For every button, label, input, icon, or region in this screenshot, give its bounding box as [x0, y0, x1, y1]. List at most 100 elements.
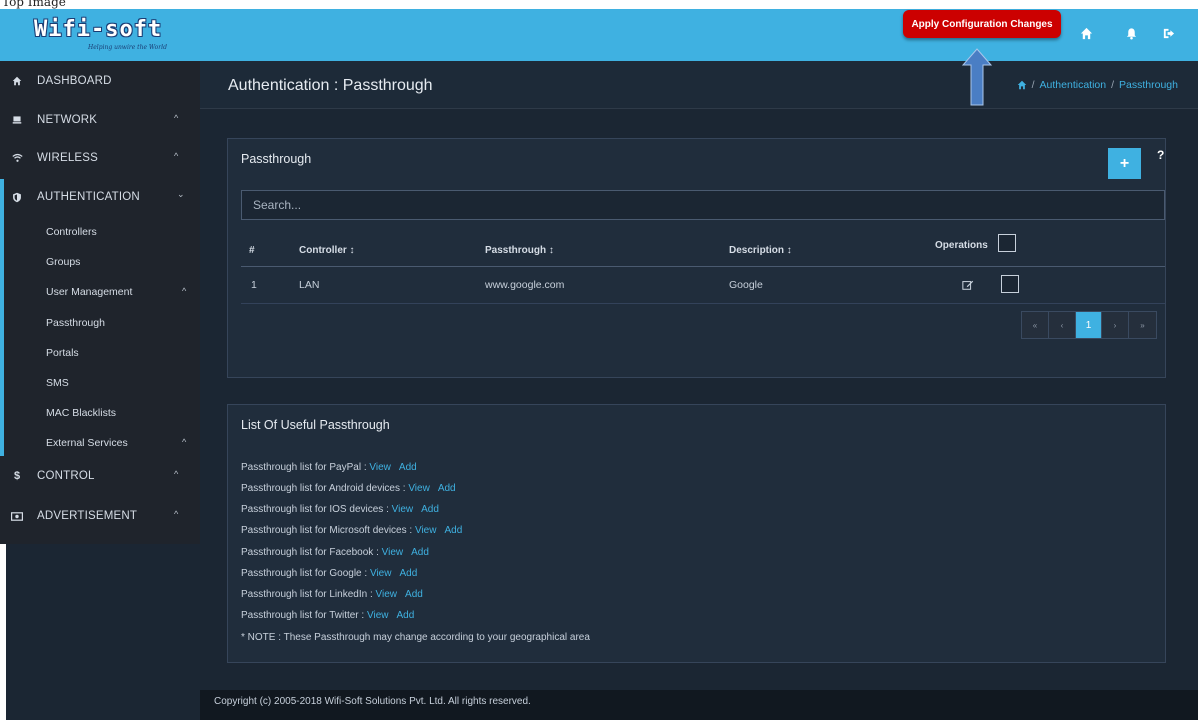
home-icon[interactable] — [1076, 23, 1096, 43]
view-link-microsoft[interactable]: View — [415, 525, 437, 536]
panel-title: List Of Useful Passthrough — [241, 418, 390, 432]
add-link-twitter[interactable]: Add — [396, 610, 414, 621]
pager-prev-button[interactable]: ‹ — [1049, 312, 1076, 338]
footer: Copyright (c) 2005-2018 Wifi-Soft Soluti… — [200, 690, 1198, 720]
sidebar-subitem-passthrough[interactable]: Passthrough — [46, 317, 105, 329]
left-edge — [0, 544, 6, 720]
passthrough-panel: Passthrough + ? # Controller ↕ Passthrou… — [227, 138, 1166, 378]
sidebar-item-label: NETWORK — [37, 114, 98, 126]
pager-next-button[interactable]: › — [1102, 312, 1129, 338]
add-link-android[interactable]: Add — [438, 483, 456, 494]
arrow-up-icon — [962, 48, 992, 106]
chevron-up-icon: ^ — [174, 469, 179, 479]
header-divider — [241, 266, 1165, 267]
column-header-passthrough[interactable]: Passthrough ↕ — [485, 245, 554, 256]
sidebar-subitem-mac-blacklists[interactable]: MAC Blacklists — [46, 407, 116, 419]
note-text: * NOTE : These Passthrough may change ac… — [241, 632, 590, 643]
add-link-ios[interactable]: Add — [421, 504, 439, 515]
breadcrumb-authentication[interactable]: Authentication — [1040, 79, 1107, 91]
list-item: Passthrough list for LinkedIn : View Add — [241, 589, 423, 600]
logo[interactable]: Wifi-soft Helping unwire the World — [34, 17, 184, 55]
panel-title: Passthrough — [241, 152, 312, 166]
list-item-label: Passthrough list for LinkedIn : — [241, 589, 373, 600]
sidebar-item-network[interactable]: NETWORK ^ — [0, 102, 200, 138]
pager-last-button[interactable]: » — [1129, 312, 1156, 338]
list-item: Passthrough list for PayPal : View Add — [241, 462, 417, 473]
list-item: Passthrough list for Twitter : View Add — [241, 610, 414, 621]
sidebar-item-dashboard[interactable]: DASHBOARD — [0, 63, 200, 99]
sidebar-subitem-user-management[interactable]: User Management — [46, 286, 132, 298]
view-link-twitter[interactable]: View — [367, 610, 389, 621]
sidebar-item-label: ADVERTISEMENT — [37, 510, 138, 522]
main-content: Authentication : Passthrough / Authentic… — [200, 61, 1198, 690]
active-section-indicator — [0, 179, 4, 456]
column-header-description[interactable]: Description ↕ — [729, 245, 792, 256]
cell-number: 1 — [251, 279, 257, 291]
pager-page-1[interactable]: 1 — [1076, 312, 1102, 338]
logo-tagline: Helping unwire the World — [88, 44, 167, 51]
sidebar-item-label: CONTROL — [37, 470, 95, 482]
bell-icon[interactable] — [1121, 23, 1141, 43]
list-item: Passthrough list for IOS devices : View A… — [241, 504, 439, 515]
list-item-label: Passthrough list for PayPal : — [241, 462, 367, 473]
list-item-label: Passthrough list for Facebook : — [241, 547, 379, 558]
dollar-icon: $ — [13, 470, 21, 482]
sidebar-item-advertisement[interactable]: ADVERTISEMENT ^ — [0, 498, 200, 534]
list-item-label: Passthrough list for Android devices : — [241, 483, 406, 494]
cell-description: Google — [729, 279, 763, 291]
home-icon — [11, 75, 23, 87]
view-link-google[interactable]: View — [370, 568, 392, 579]
list-item: Passthrough list for Android devices : V… — [241, 483, 456, 494]
chevron-up-icon: ^ — [174, 509, 179, 519]
pagination: « ‹ 1 › » — [1021, 311, 1157, 339]
sidebar-item-wireless[interactable]: WIRELESS ^ — [0, 140, 200, 176]
monitor-icon — [11, 114, 23, 126]
sidebar-subitem-sms[interactable]: SMS — [46, 377, 69, 389]
edit-icon[interactable] — [962, 279, 974, 291]
sidebar-subitem-groups[interactable]: Groups — [46, 256, 80, 268]
top-strip: Top Image — [0, 0, 1198, 9]
list-item-label: Passthrough list for Microsoft devices : — [241, 525, 413, 536]
sidebar-item-label: DASHBOARD — [37, 75, 112, 87]
apply-configuration-button[interactable]: Apply Configuration Changes — [903, 10, 1061, 38]
help-icon[interactable]: ? — [1157, 148, 1164, 162]
home-icon[interactable] — [1017, 80, 1027, 90]
sidebar-item-authentication[interactable]: AUTHENTICATION ⌄ — [0, 179, 200, 215]
column-header-number: # — [249, 245, 255, 256]
add-link-microsoft[interactable]: Add — [444, 525, 462, 536]
pager-first-button[interactable]: « — [1022, 312, 1049, 338]
select-all-checkbox[interactable] — [998, 234, 1016, 252]
list-item: Passthrough list for Facebook : View Add — [241, 547, 429, 558]
breadcrumb-passthrough[interactable]: Passthrough — [1119, 79, 1178, 91]
view-link-ios[interactable]: View — [392, 504, 414, 515]
chevron-up-icon: ^ — [174, 113, 179, 123]
breadcrumb-separator: / — [1031, 79, 1035, 91]
add-link-google[interactable]: Add — [399, 568, 417, 579]
list-item-label: Passthrough list for IOS devices : — [241, 504, 389, 515]
column-header-operations: Operations — [935, 240, 988, 251]
add-passthrough-button[interactable]: + — [1108, 148, 1141, 179]
add-link-facebook[interactable]: Add — [411, 547, 429, 558]
logout-icon[interactable] — [1158, 23, 1178, 43]
sidebar-subitem-portals[interactable]: Portals — [46, 347, 79, 359]
view-link-linkedin[interactable]: View — [376, 589, 398, 600]
add-link-paypal[interactable]: Add — [399, 462, 417, 473]
view-link-android[interactable]: View — [408, 483, 430, 494]
sidebar-item-label: AUTHENTICATION — [37, 191, 140, 203]
logo-text: Wifi-soft — [34, 17, 163, 42]
row-select-checkbox[interactable] — [1001, 275, 1019, 293]
page-header: Authentication : Passthrough / Authentic… — [200, 61, 1198, 109]
column-header-controller[interactable]: Controller ↕ — [299, 245, 355, 256]
list-item-label: Passthrough list for Twitter : — [241, 610, 365, 621]
sidebar-subitem-external-services[interactable]: External Services — [46, 437, 128, 449]
view-link-paypal[interactable]: View — [369, 462, 391, 473]
row-divider — [241, 303, 1165, 304]
add-link-linkedin[interactable]: Add — [405, 589, 423, 600]
list-item-label: Passthrough list for Google : — [241, 568, 368, 579]
sidebar-subitem-controllers[interactable]: Controllers — [46, 226, 97, 238]
search-input[interactable] — [241, 190, 1165, 220]
view-link-facebook[interactable]: View — [382, 547, 404, 558]
cell-controller: LAN — [299, 279, 320, 291]
sidebar-item-control[interactable]: $ CONTROL ^ — [0, 458, 200, 494]
shield-icon — [11, 191, 23, 203]
